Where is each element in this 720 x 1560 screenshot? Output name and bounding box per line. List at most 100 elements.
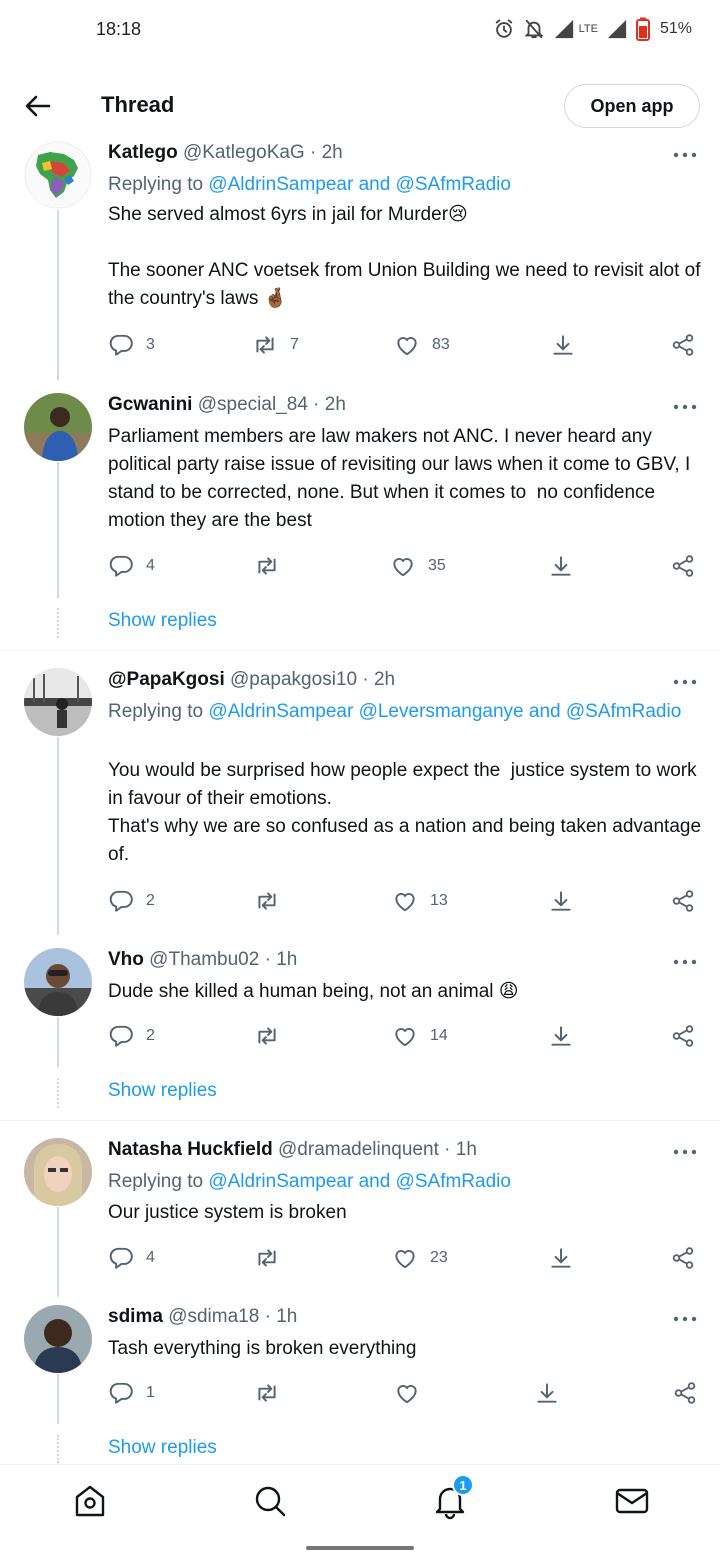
network-type: LTE: [578, 23, 598, 35]
home-indicator[interactable]: [306, 1546, 414, 1550]
author-name[interactable]: Gcwanini: [108, 394, 192, 415]
share-button[interactable]: [670, 1245, 696, 1271]
share-button[interactable]: [670, 553, 696, 579]
retweet-icon: [254, 1023, 280, 1049]
avatar[interactable]: [24, 393, 92, 461]
heart-icon: [392, 888, 418, 914]
share-icon: [670, 553, 696, 579]
heart-icon: [390, 553, 416, 579]
more-icon[interactable]: [672, 1314, 698, 1324]
tweet-meta: sdima @sdima18 · 1h: [108, 1306, 298, 1327]
replying-to-prefix: Replying to: [108, 701, 204, 722]
replying-to-link[interactable]: @AldrinSampear and @SAfmRadio: [208, 1171, 511, 1192]
reply-button[interactable]: 4: [108, 553, 155, 579]
show-replies-link[interactable]: Show replies: [108, 610, 217, 632]
tweet-actions: 2 14: [108, 1023, 708, 1053]
show-replies-link[interactable]: Show replies: [108, 1080, 217, 1102]
retweet-icon: [254, 553, 280, 579]
back-button[interactable]: [22, 90, 54, 122]
more-icon[interactable]: [672, 1147, 698, 1157]
retweet-icon: [254, 1380, 280, 1406]
share-down-button[interactable]: [548, 553, 574, 579]
reply-button[interactable]: 1: [108, 1380, 155, 1406]
tweet-time: 1h: [276, 949, 298, 970]
author-name[interactable]: Natasha Huckfield: [108, 1139, 273, 1160]
author-name[interactable]: Vho: [108, 949, 144, 970]
retweet-count: 7: [290, 336, 299, 353]
replying-to-prefix: Replying to: [108, 174, 204, 195]
like-button[interactable]: 14: [392, 1023, 448, 1049]
share-down-button[interactable]: [548, 1245, 574, 1271]
like-count: 14: [430, 1027, 448, 1044]
reply-button[interactable]: 3: [108, 332, 155, 358]
share-button[interactable]: [672, 1380, 698, 1406]
like-button[interactable]: 13: [392, 888, 448, 914]
heart-icon: [394, 332, 420, 358]
status-time: 18:18: [96, 19, 142, 39]
retweet-button[interactable]: [254, 1245, 292, 1271]
tweet-meta: Natasha Huckfield @dramadelinquent · 1h: [108, 1139, 477, 1160]
share-down-button[interactable]: [534, 1380, 560, 1406]
nav-search[interactable]: [250, 1481, 290, 1521]
like-count: 23: [430, 1249, 448, 1266]
reply-count: 2: [146, 1027, 155, 1044]
author-name[interactable]: @PapaKgosi: [108, 669, 225, 690]
nav-home[interactable]: [70, 1481, 110, 1521]
author-name[interactable]: sdima: [108, 1306, 163, 1327]
download-icon: [548, 1023, 574, 1049]
reply-button[interactable]: 2: [108, 888, 155, 914]
share-button[interactable]: [670, 1023, 696, 1049]
avatar[interactable]: [24, 948, 92, 1016]
tweet-text: You would be surprised how people expect…: [108, 760, 702, 865]
search-icon: [255, 1486, 286, 1517]
notification-badge: 1: [452, 1474, 474, 1496]
retweet-button[interactable]: [254, 888, 292, 914]
avatar[interactable]: [24, 141, 92, 209]
like-button[interactable]: 23: [392, 1245, 448, 1271]
avatar[interactable]: [24, 1305, 92, 1373]
reply-button[interactable]: 4: [108, 1245, 155, 1271]
download-icon: [548, 1245, 574, 1271]
reply-button[interactable]: 2: [108, 1023, 155, 1049]
show-replies-link[interactable]: Show replies: [108, 1437, 217, 1459]
nav-messages[interactable]: [612, 1481, 652, 1521]
share-down-button[interactable]: [548, 888, 574, 914]
thread-dotted-line: [57, 608, 59, 638]
more-icon[interactable]: [672, 957, 698, 967]
retweet-button[interactable]: 7: [252, 332, 299, 358]
more-icon[interactable]: [672, 677, 698, 687]
tweet-meta: Katlego @KatlegoKaG · 2h: [108, 142, 343, 163]
replying-to-link[interactable]: @AldrinSampear and @SAfmRadio: [208, 174, 511, 195]
share-down-button[interactable]: [548, 1023, 574, 1049]
author-name[interactable]: Katlego: [108, 142, 178, 163]
reply-icon: [108, 1245, 134, 1271]
retweet-button[interactable]: [254, 1023, 292, 1049]
author-handle: @papakgosi10: [230, 669, 358, 690]
like-button[interactable]: 35: [390, 553, 446, 579]
retweet-button[interactable]: [254, 553, 292, 579]
like-button[interactable]: 83: [394, 332, 450, 358]
retweet-icon: [254, 888, 280, 914]
author-handle: @sdima18: [168, 1306, 260, 1327]
bottom-nav: [0, 1464, 720, 1536]
download-icon: [550, 332, 576, 358]
replying-to-link[interactable]: @AldrinSampear @Leversmanganye and @SAfm…: [208, 701, 681, 722]
like-button[interactable]: [394, 1380, 432, 1406]
replying-to: Replying to @AldrinSampear and @SAfmRadi…: [108, 171, 708, 199]
retweet-button[interactable]: [254, 1380, 292, 1406]
author-handle: @special_84: [197, 394, 308, 415]
tweet-time: 1h: [276, 1306, 298, 1327]
more-icon[interactable]: [672, 150, 698, 160]
like-count: 13: [430, 892, 448, 909]
share-button[interactable]: [670, 888, 696, 914]
arrow-left-icon: [25, 95, 51, 117]
share-button[interactable]: [670, 332, 696, 358]
open-app-button[interactable]: Open app: [564, 84, 700, 128]
download-icon: [548, 888, 574, 914]
share-down-button[interactable]: [550, 332, 576, 358]
avatar[interactable]: [24, 1138, 92, 1206]
home-icon: [75, 1485, 105, 1517]
avatar[interactable]: [24, 668, 92, 736]
tweet-actions: 1: [108, 1380, 708, 1410]
more-icon[interactable]: [672, 402, 698, 412]
